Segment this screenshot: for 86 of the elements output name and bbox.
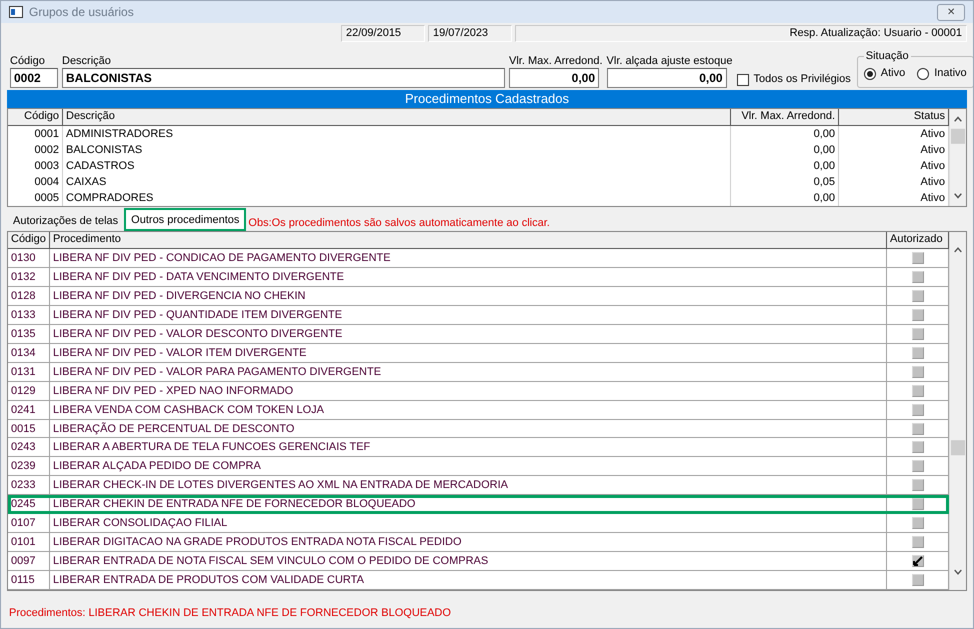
table-cell: 0130 <box>8 248 50 268</box>
table-cell: 0,00 <box>731 158 839 174</box>
table-cell: 0233 <box>8 476 50 496</box>
table-cell: LIBERA NF DIV PED - DIVERGENCIA NO CHEKIN <box>50 286 887 306</box>
table-cell: 0245 <box>8 495 50 514</box>
table-cell: 0128 <box>8 286 50 306</box>
table-cell: LIBERAR ALÇADA PEDIDO DE COMPRA <box>50 457 887 476</box>
table-cell: LIBERA NF DIV PED - VALOR PARA PAGAMENTO DIVERGENTE <box>50 362 887 382</box>
table-cell: 0239 <box>8 457 50 476</box>
radio-label: Ativo <box>880 67 906 80</box>
code-field[interactable]: 0002 <box>10 68 58 88</box>
table-cell: 0,00 <box>731 190 839 206</box>
table-cell: BALCONISTAS <box>63 142 731 158</box>
stock-limit-field[interactable]: 0,00 <box>606 68 727 88</box>
table-cell: 0097 <box>8 552 50 572</box>
date-field: 22/09/2015 <box>341 25 425 42</box>
field-label: Vlr. Max. Arredond. <box>509 55 603 68</box>
table-cell: LIBERAÇÃO DE PERCENTUAL DE DESCONTO <box>50 420 887 438</box>
column-header[interactable]: Código <box>8 232 50 249</box>
column-header[interactable]: Status <box>839 109 949 126</box>
table-cell: 0129 <box>8 382 50 401</box>
scrollbar[interactable] <box>949 232 966 590</box>
table-cell: LIBERAR ENTRADA DE NOTA FISCAL SEM VINCULO COM O PEDIDO DE COMPRAS <box>50 552 887 572</box>
table-cell: LIBERA NF DIV PED - DATA VENCIMENTO DIVERGENTE <box>50 268 887 287</box>
checkbox[interactable] <box>912 555 924 568</box>
table-cell: LIBERA NF DIV PED - VALOR DESCONTO DIVERGENTE <box>50 324 887 344</box>
radio-button[interactable] <box>864 68 876 80</box>
checkbox[interactable] <box>736 74 749 86</box>
date-field: 19/07/2023 <box>428 25 512 42</box>
table-cell: 0015 <box>8 420 50 438</box>
tab[interactable]: Outros procedimentos <box>124 208 246 231</box>
table-cell: LIBERA NF DIV PED - QUANTIDADE ITEM DIVERGENTE <box>50 306 887 325</box>
note-text: Obs:Os procedimentos são salvos automaticamente ao clicar. <box>248 217 550 231</box>
table-cell: ADMINISTRADORES <box>63 126 731 142</box>
table-cell: 0001 <box>8 126 63 142</box>
table-cell: 0005 <box>8 190 63 206</box>
table-cell: 0134 <box>8 344 50 363</box>
field-label: Código <box>10 55 46 68</box>
table-cell: 0132 <box>8 268 50 287</box>
table-cell: LIBERAR ENTRADA DE PRODUTOS COM VALIDADE CURTA <box>50 571 887 590</box>
table-cell: LIBERAR CHECK-IN DE LOTES DIVERGENTES AO XML NA ENTRADA DE MERCADORIA <box>50 476 887 496</box>
app-icon <box>9 6 23 18</box>
field-label: Descrição <box>62 55 112 68</box>
table-cell: CADASTROS <box>63 158 731 174</box>
column-header[interactable]: Descrição <box>63 109 731 126</box>
table-cell: 0,00 <box>731 126 839 142</box>
close-button[interactable]: ✕ <box>937 4 965 20</box>
table-cell: 0101 <box>8 533 50 552</box>
description-field[interactable]: BALCONISTAS <box>62 68 505 88</box>
radio-label: Inativo <box>934 67 967 80</box>
table-cell: COMPRADORES <box>63 190 731 206</box>
table-cell: LIBERAR A ABERTURA DE TELA FUNCOES GERENCIAIS TEF <box>50 438 887 458</box>
table-cell: 0,00 <box>731 142 839 158</box>
table-cell: 0002 <box>8 142 63 158</box>
group-label: Situação <box>864 50 910 62</box>
table-cell: CAIXAS <box>63 174 731 190</box>
column-header[interactable]: Código <box>8 109 63 126</box>
column-header[interactable]: Procedimento <box>50 232 887 249</box>
updated-by-field: Resp. Atualização: Usuario - 00001 <box>515 25 967 42</box>
table-cell: 0004 <box>8 174 63 190</box>
status-text: Procedimentos: LIBERAR CHEKIN DE ENTRADA NFE DE FORNECEDOR BLOQUEADO <box>8 606 452 621</box>
table-cell: 0115 <box>8 571 50 590</box>
table-cell: 0131 <box>8 362 50 382</box>
table-cell: 0241 <box>8 400 50 420</box>
column-header[interactable]: Autorizado <box>887 232 949 249</box>
section-header: Procedimentos Cadastrados <box>7 90 967 108</box>
table-cell: LIBERAR DIGITACAO NA GRADE PRODUTOS ENTRADA NOTA FISCAL PEDIDO <box>50 533 887 552</box>
table-cell: LIBERA NF DIV PED - CONDICAO DE PAGAMENTO DIVERGENTE <box>50 248 887 268</box>
table-cell: LIBERA NF DIV PED - VALOR ITEM DIVERGENTE <box>50 344 887 363</box>
table-cell: 0135 <box>8 324 50 344</box>
table-cell: LIBERA NF DIV PED - XPED NAO INFORMADO <box>50 382 887 401</box>
radio-button[interactable] <box>917 68 930 80</box>
table-cell: 0243 <box>8 438 50 458</box>
table-cell: 0133 <box>8 306 50 325</box>
table-cell: 0,05 <box>731 174 839 190</box>
table-cell: LIBERA VENDA COM CASHBACK COM TOKEN LOJA <box>50 400 887 420</box>
checkbox-label: Todos os Privilégios <box>754 73 851 86</box>
scrollbar[interactable] <box>949 109 966 206</box>
table-cell: LIBERAR CHEKIN DE ENTRADA NFE DE FORNECEDOR BLOQUEADO <box>50 495 887 514</box>
table-cell: 0107 <box>8 514 50 534</box>
column-header[interactable]: Vlr. Max. Arredond. <box>731 109 839 126</box>
window-title: Grupos de usuários <box>29 5 135 19</box>
max-round-field[interactable]: 0,00 <box>509 68 599 88</box>
table-cell: LIBERAR CONSOLIDAÇAO FILIAL <box>50 514 887 534</box>
table-cell: 0003 <box>8 158 63 174</box>
field-label: Vlr. alçada ajuste estoque <box>606 55 733 68</box>
